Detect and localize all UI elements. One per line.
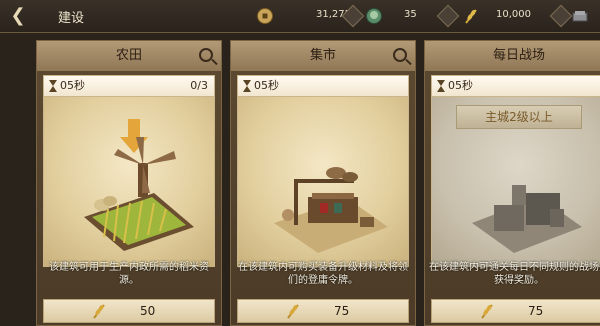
grain-resource: 10,000 <box>436 4 531 28</box>
cost-bar[interactable]: 50 <box>43 299 215 323</box>
back-button[interactable]: ❮ <box>8 5 28 27</box>
search-icon[interactable] <box>199 48 213 62</box>
hourglass-icon <box>437 80 445 92</box>
arrow-down-icon <box>120 119 148 153</box>
battlefield-illustration: 主城2级以上 <box>431 97 600 267</box>
market-illustration <box>237 97 409 267</box>
cost-bar[interactable]: 75 <box>237 299 409 323</box>
build-timer: 05秒 <box>237 75 409 97</box>
cost-bar[interactable]: 75 <box>431 299 600 323</box>
gem-plus-button[interactable] <box>341 4 365 28</box>
card-description: 在该建筑内可购买装备升级材料及将领们的登庸令牌。 <box>238 262 408 286</box>
building-card-market[interactable]: 集市 05秒 在该建筑内可购买装备升级材料及将领们的登庸令牌。 75 <box>230 40 416 326</box>
grain-icon <box>465 9 477 24</box>
card-title: 每日战场 <box>425 41 600 71</box>
hourglass-icon <box>243 80 251 92</box>
card-title: 集市 <box>231 41 415 71</box>
wheat-icon <box>481 304 493 319</box>
iron-icon <box>572 11 588 22</box>
wheat-icon <box>93 304 105 319</box>
gem-icon <box>366 8 382 24</box>
top-bar: ❮ 建设 31,275 35 10,000 <box>0 0 600 33</box>
iron-resource <box>549 4 588 28</box>
build-count: 0/3 <box>190 79 208 92</box>
build-timer: 05秒 <box>431 75 600 97</box>
wheat-icon <box>287 304 299 319</box>
build-timer: 05秒 0/3 <box>43 75 215 97</box>
cost-value: 75 <box>334 304 350 318</box>
iron-plus-button[interactable] <box>549 4 573 28</box>
card-description: 该建筑可用于生产内政所需的稻米资源。 <box>49 262 209 286</box>
coin-icon <box>257 8 273 24</box>
card-description: 在该建筑内可通关每日不同规则的战场并获得奖励。 <box>429 262 600 286</box>
gem-resource: 35 <box>341 4 417 28</box>
card-title: 农田 <box>37 41 221 71</box>
building-card-daily-battlefield[interactable]: 每日战场 05秒 主城2级以上 在该建筑内可通关每日不同规则的战场并获得奖励。 … <box>424 40 600 326</box>
search-icon[interactable] <box>393 48 407 62</box>
grain-value: 10,000 <box>496 9 531 20</box>
gem-value: 35 <box>404 9 417 20</box>
hourglass-icon <box>49 80 57 92</box>
cost-value: 75 <box>528 304 544 318</box>
building-card-farm[interactable]: 农田 05秒 0/3 该建筑可用于生产内政所需的稻米资源。 50 <box>36 40 222 326</box>
farm-illustration <box>43 97 215 267</box>
coin-resource: 31,275 <box>256 6 351 26</box>
page-title: 建设 <box>58 11 85 26</box>
cost-value: 50 <box>140 304 156 318</box>
grain-plus-button[interactable] <box>436 4 460 28</box>
